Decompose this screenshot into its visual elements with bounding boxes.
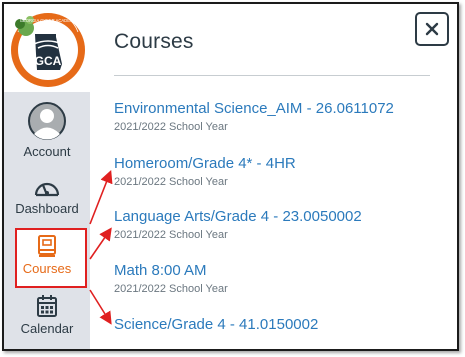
nav-label-account: Account bbox=[23, 144, 71, 159]
course-term: 2021/2022 School Year bbox=[114, 283, 228, 295]
nav-item-courses[interactable]: Courses bbox=[4, 234, 90, 276]
global-nav-sidebar: GCA GEORGIA CYBER ACADEMY Account Dashbo… bbox=[4, 4, 90, 349]
course-link[interactable]: Environmental Science_AIM - 26.0611072 bbox=[114, 100, 394, 117]
screenshot-frame: GCA GEORGIA CYBER ACADEMY Account Dashbo… bbox=[2, 2, 459, 351]
nav-item-calendar[interactable]: Calendar bbox=[4, 294, 90, 336]
school-logo[interactable]: GCA GEORGIA CYBER ACADEMY bbox=[4, 4, 90, 92]
course-link[interactable]: Science/Grade 4 - 41.0150002 bbox=[114, 316, 318, 333]
course-item[interactable]: Environmental Science_AIM - 26.0611072 2… bbox=[114, 100, 394, 133]
course-item[interactable]: Language Arts/Grade 4 - 23.0050002 2021/… bbox=[114, 208, 362, 241]
nav-item-dashboard[interactable]: Dashboard bbox=[4, 176, 90, 216]
courses-tray: Courses Environmental Science_AIM - 26.0… bbox=[90, 4, 457, 349]
course-item[interactable]: Science/Grade 4 - 41.0150002 bbox=[114, 316, 318, 337]
gca-logo-icon: GCA GEORGIA CYBER ACADEMY bbox=[11, 10, 85, 87]
tray-title: Courses bbox=[114, 30, 194, 53]
svg-text:GEORGIA CYBER ACADEMY: GEORGIA CYBER ACADEMY bbox=[20, 18, 77, 23]
course-item[interactable]: Homeroom/Grade 4* - 4HR 2021/2022 School… bbox=[114, 155, 296, 188]
nav-label-courses: Courses bbox=[22, 261, 72, 276]
speedometer-icon bbox=[34, 182, 60, 197]
calendar-icon bbox=[37, 295, 57, 317]
course-item[interactable]: Math 8:00 AM 2021/2022 School Year bbox=[114, 262, 228, 295]
nav-label-dashboard: Dashboard bbox=[15, 201, 79, 216]
close-icon bbox=[425, 22, 439, 36]
course-term: 2021/2022 School Year bbox=[114, 176, 228, 188]
book-icon bbox=[38, 235, 56, 257]
nav-label-calendar: Calendar bbox=[20, 321, 74, 336]
nav-item-account[interactable]: Account bbox=[4, 101, 90, 159]
svg-text:GCA: GCA bbox=[35, 54, 62, 68]
course-link[interactable]: Math 8:00 AM bbox=[114, 262, 228, 279]
course-term: 2021/2022 School Year bbox=[114, 229, 228, 241]
course-link[interactable]: Language Arts/Grade 4 - 23.0050002 bbox=[114, 208, 362, 225]
course-link[interactable]: Homeroom/Grade 4* - 4HR bbox=[114, 155, 296, 172]
avatar-icon bbox=[28, 102, 66, 140]
title-divider bbox=[114, 75, 430, 76]
close-button[interactable] bbox=[415, 12, 449, 46]
course-term: 2021/2022 School Year bbox=[114, 121, 228, 133]
